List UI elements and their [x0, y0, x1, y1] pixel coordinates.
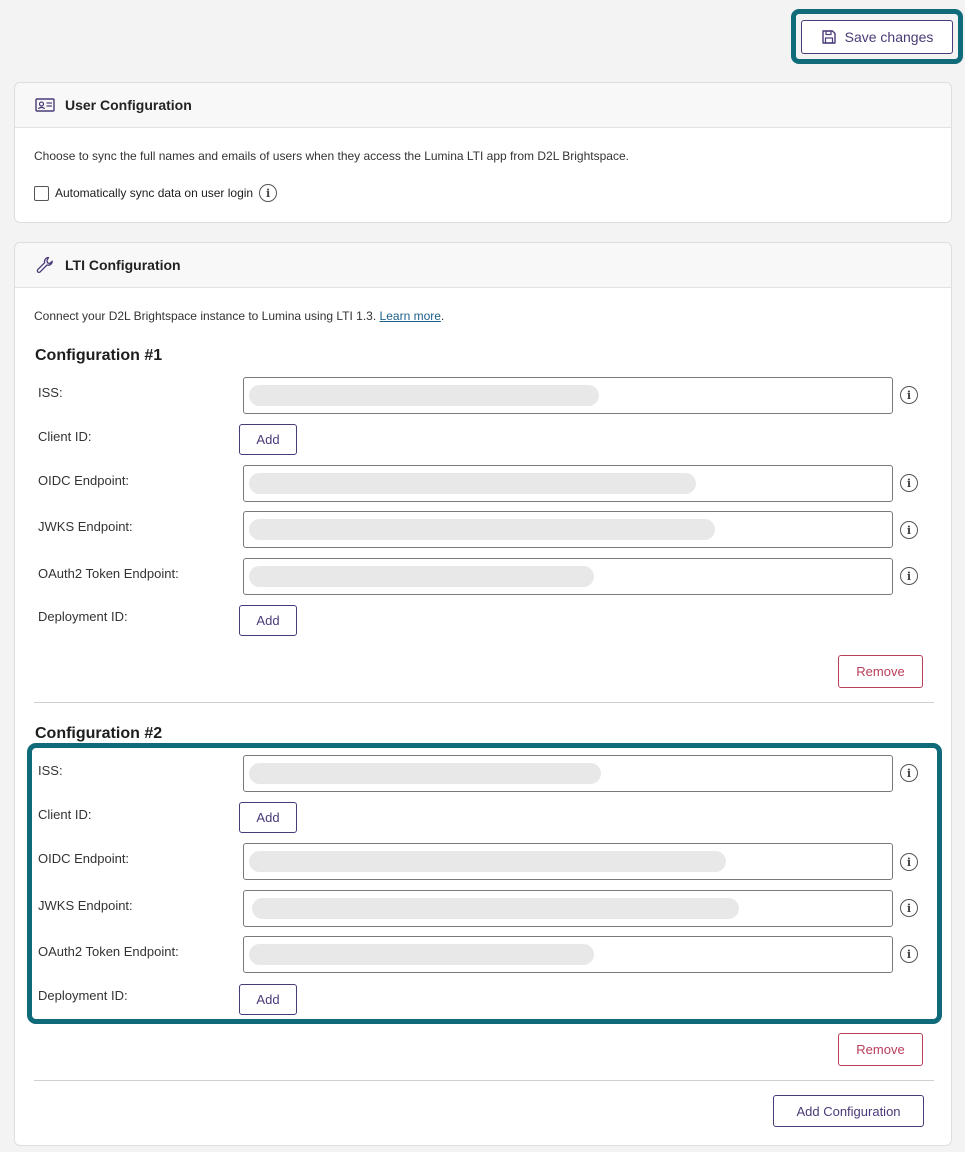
lti-configuration-title: LTI Configuration — [65, 257, 181, 273]
info-icon[interactable]: i — [900, 567, 918, 585]
info-icon[interactable]: i — [900, 386, 918, 404]
redacted-value — [249, 566, 594, 587]
redacted-value — [249, 473, 696, 494]
lti-configuration-header: LTI Configuration — [15, 243, 951, 288]
client-id-label: Client ID: — [38, 429, 92, 444]
remove-configuration-2-button[interactable]: Remove — [838, 1033, 923, 1066]
oidc-endpoint-input[interactable] — [243, 465, 893, 502]
jwks-endpoint-input[interactable] — [243, 890, 893, 927]
divider — [34, 1080, 934, 1081]
iss-input[interactable] — [243, 377, 893, 414]
add-deployment-id-button[interactable]: Add — [239, 984, 297, 1015]
add-configuration-button[interactable]: Add Configuration — [773, 1095, 924, 1127]
divider — [34, 702, 934, 703]
deployment-id-label: Deployment ID: — [38, 988, 128, 1003]
client-id-label: Client ID: — [38, 807, 92, 822]
lti-description-text: Connect your D2L Brightspace instance to… — [34, 309, 377, 323]
redacted-value — [249, 944, 594, 965]
lti-description-period: . — [440, 309, 445, 323]
redacted-value — [249, 851, 726, 872]
oidc-endpoint-label: OIDC Endpoint: — [38, 473, 130, 488]
add-client-id-button[interactable]: Add — [239, 424, 297, 455]
learn-more-link[interactable]: Learn more — [380, 309, 441, 323]
oauth2-token-endpoint-input[interactable] — [243, 936, 893, 973]
info-icon[interactable]: i — [900, 899, 918, 917]
info-icon[interactable]: i — [900, 521, 918, 539]
id-card-icon — [35, 98, 55, 112]
save-button-highlight: Save changes — [791, 9, 963, 64]
lti-configuration-description: Connect your D2L Brightspace instance to… — [34, 309, 444, 323]
redacted-value — [249, 763, 601, 784]
redacted-value — [249, 519, 715, 540]
jwks-endpoint-label: JWKS Endpoint: — [38, 898, 133, 913]
auto-sync-label: Automatically sync data on user login — [55, 186, 254, 200]
add-deployment-id-button[interactable]: Add — [239, 605, 297, 636]
user-configuration-description: Choose to sync the full names and emails… — [34, 149, 629, 163]
iss-label: ISS: — [38, 763, 63, 778]
auto-sync-checkbox[interactable] — [34, 185, 49, 201]
info-icon[interactable]: i — [900, 945, 918, 963]
oauth2-token-endpoint-label: OAuth2 Token Endpoint: — [38, 566, 179, 581]
auto-sync-row: Automatically sync data on user login i — [34, 184, 278, 202]
oauth2-token-endpoint-label: OAuth2 Token Endpoint: — [38, 944, 179, 959]
redacted-value — [249, 385, 599, 406]
configuration-1-title: Configuration #1 — [35, 347, 163, 364]
user-configuration-card: User Configuration Choose to sync the fu… — [14, 82, 952, 223]
info-icon[interactable]: i — [900, 764, 918, 782]
deployment-id-label: Deployment ID: — [38, 609, 128, 624]
info-icon[interactable]: i — [259, 184, 278, 202]
remove-configuration-1-button[interactable]: Remove — [838, 655, 923, 688]
iss-input[interactable] — [243, 755, 893, 792]
jwks-endpoint-input[interactable] — [243, 511, 893, 548]
oidc-endpoint-input[interactable] — [243, 843, 893, 880]
redacted-value — [252, 898, 739, 919]
oauth2-token-endpoint-input[interactable] — [243, 558, 893, 595]
wrench-icon — [36, 256, 53, 273]
add-client-id-button[interactable]: Add — [239, 802, 297, 833]
save-button-label: Save changes — [844, 28, 934, 45]
floppy-disk-icon — [821, 29, 836, 44]
info-icon[interactable]: i — [900, 474, 918, 492]
iss-label: ISS: — [38, 385, 63, 400]
lti-configuration-card: LTI Configuration Connect your D2L Brigh… — [14, 242, 952, 1146]
info-icon[interactable]: i — [900, 853, 918, 871]
save-button[interactable]: Save changes — [801, 19, 953, 54]
user-configuration-title: User Configuration — [65, 97, 192, 113]
configuration-2-title: Configuration #2 — [35, 725, 163, 742]
oidc-endpoint-label: OIDC Endpoint: — [38, 851, 130, 866]
user-configuration-header: User Configuration — [15, 83, 951, 128]
jwks-endpoint-label: JWKS Endpoint: — [38, 519, 133, 534]
